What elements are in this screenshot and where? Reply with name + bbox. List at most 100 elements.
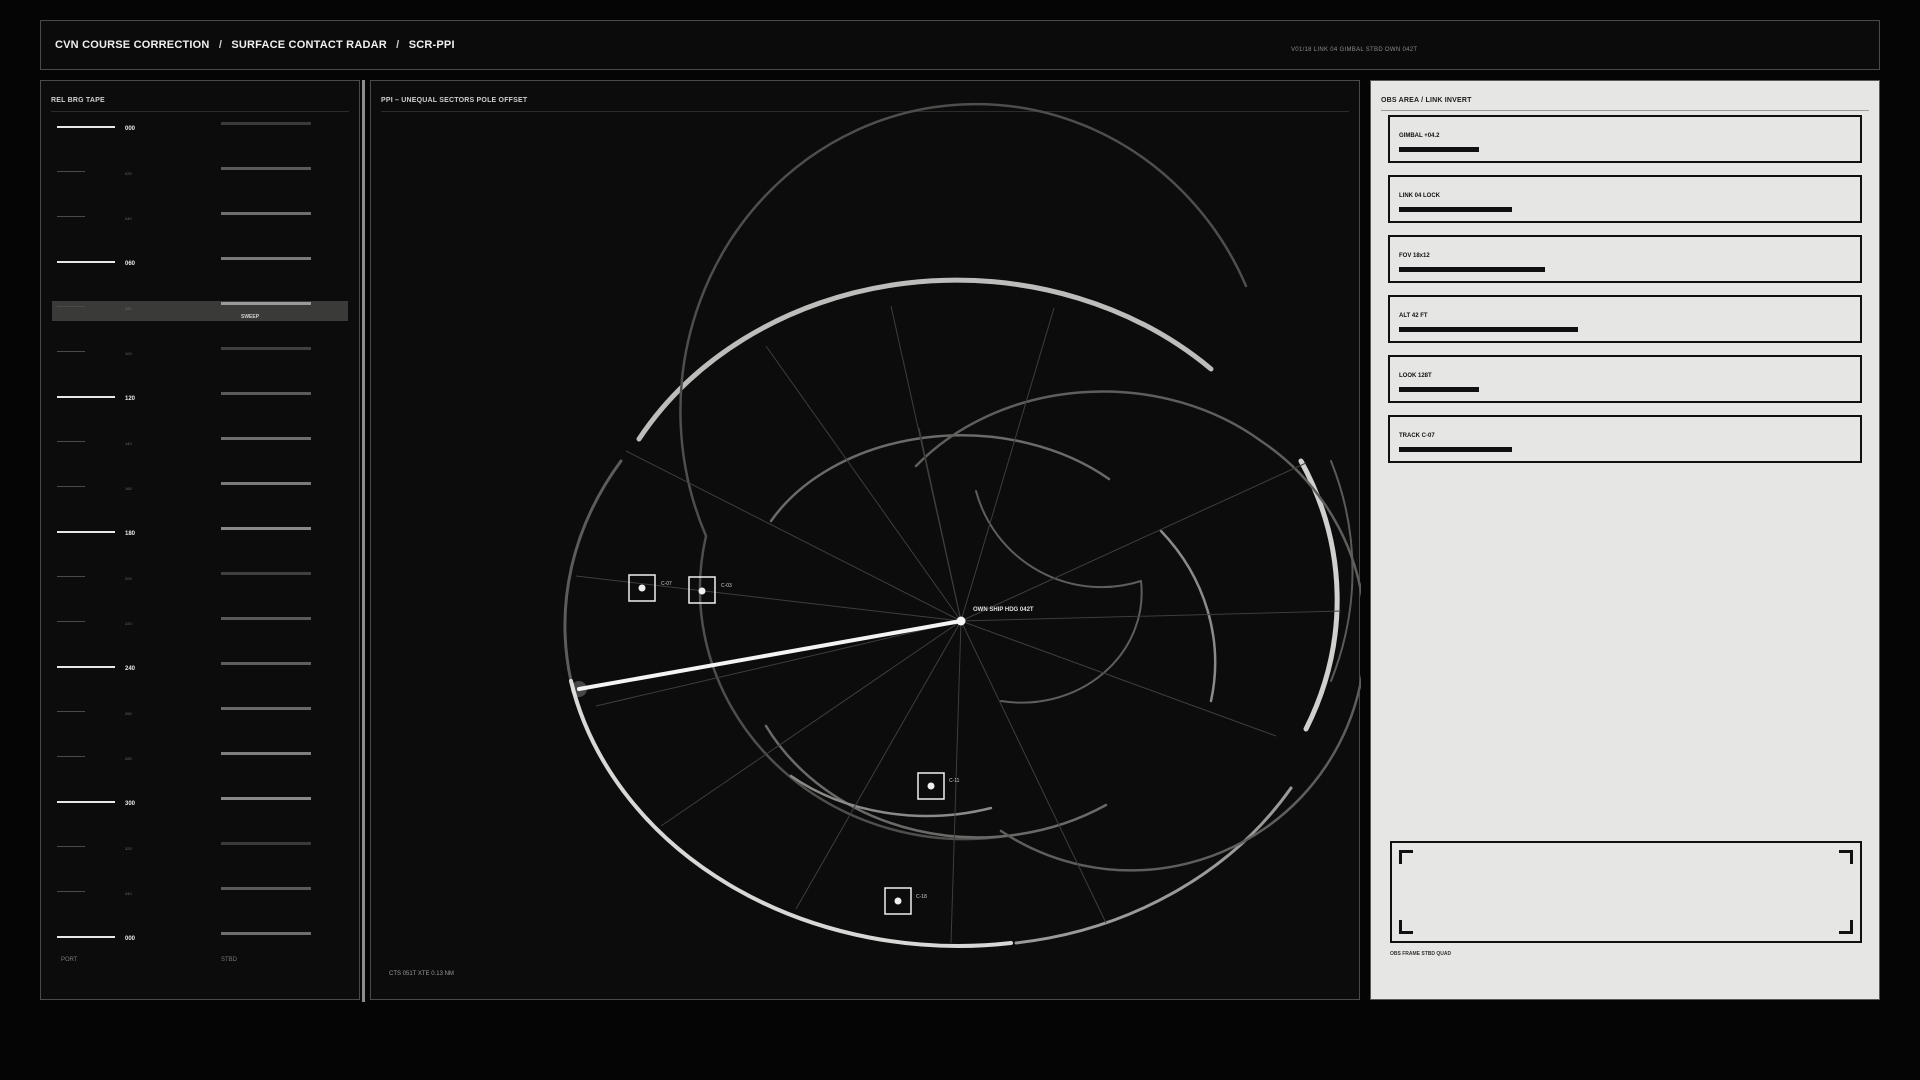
tape-intensity-bar bbox=[221, 707, 311, 710]
tape-tick bbox=[57, 351, 85, 352]
tape-tick bbox=[57, 711, 85, 712]
ring-3-arc-upper bbox=[769, 434, 1111, 523]
tape-tick bbox=[57, 756, 85, 757]
tape-row: 280 bbox=[41, 752, 359, 776]
tape-tick bbox=[57, 126, 115, 128]
frame-corner-icon bbox=[1399, 920, 1413, 934]
contact-label: C-03 bbox=[721, 583, 732, 589]
obs-item-level-bar bbox=[1399, 147, 1479, 152]
tape-label: 040 bbox=[125, 216, 132, 221]
contact-label: C-11 bbox=[949, 778, 960, 784]
obs-item[interactable]: TRACK C-07 bbox=[1388, 415, 1862, 463]
tape-intensity-bar bbox=[221, 212, 311, 215]
tape-tick bbox=[57, 576, 85, 577]
obs-item-label: TRACK C-07 bbox=[1399, 433, 1435, 439]
status-readout: V01/18 LINK 04 GIMBAL STBD OWN 042T bbox=[1291, 47, 1418, 53]
ring-2-arc-lower bbox=[698, 534, 1008, 841]
contact-c-07[interactable]: C-07 bbox=[628, 574, 672, 602]
outer-ring-arc-bottom bbox=[569, 679, 1013, 948]
tape-label: 180 bbox=[125, 531, 136, 537]
tape-label: 060 bbox=[125, 261, 136, 267]
tape-label: 140 bbox=[125, 441, 132, 446]
tape-row: 060 bbox=[41, 257, 359, 281]
tape-intensity-bar bbox=[221, 392, 311, 395]
tape-intensity-bar bbox=[221, 617, 311, 620]
title-part-3: SCR-PPI bbox=[408, 39, 455, 51]
tape-tick bbox=[57, 216, 85, 217]
bearing-tape-label: REL BRG TAPE bbox=[51, 97, 105, 104]
tape-intensity-bar bbox=[221, 887, 311, 890]
inner-ring-arc-bottom bbox=[789, 774, 993, 818]
tape-intensity-bar bbox=[221, 302, 311, 305]
obs-item[interactable]: LOOK 128T bbox=[1388, 355, 1862, 403]
tape-label: 000 bbox=[125, 936, 136, 942]
obs-frame[interactable] bbox=[1390, 841, 1862, 943]
tape-tick bbox=[57, 936, 115, 938]
tape-intensity-bar bbox=[221, 122, 311, 125]
tape-intensity-bar bbox=[221, 932, 311, 935]
obs-item[interactable]: LINK 04 LOCK bbox=[1388, 175, 1862, 223]
tape-label: 340 bbox=[125, 891, 132, 896]
contact-c-18[interactable]: C-18 bbox=[884, 887, 927, 915]
tape-intensity-bar bbox=[221, 347, 311, 350]
tape-tick bbox=[57, 261, 115, 263]
contact-label: C-18 bbox=[916, 894, 927, 900]
outer-ring-arc-top bbox=[636, 277, 1214, 442]
cts-readout: CTS 051T XTE 0.13 NM bbox=[389, 971, 454, 977]
contact-c-11[interactable]: C-11 bbox=[917, 772, 960, 800]
tape-intensity-bar bbox=[221, 167, 311, 170]
tape-row: 100 bbox=[41, 347, 359, 371]
tape-tick bbox=[57, 441, 85, 442]
obs-item-label: ALT 42 FT bbox=[1399, 313, 1428, 319]
own-ship-label: OWN SHIP HDG 042T bbox=[973, 607, 1034, 613]
stbd-label: STBD bbox=[221, 957, 238, 963]
tape-intensity-bar bbox=[221, 257, 311, 260]
ring-2-arc bbox=[679, 102, 1248, 538]
tape-tick bbox=[57, 531, 115, 533]
tape-row: 120 bbox=[41, 392, 359, 416]
frame-corner-icon bbox=[1839, 920, 1853, 934]
tape-intensity-bar bbox=[221, 527, 311, 530]
obs-item-level-bar bbox=[1399, 447, 1512, 452]
sweep-tip-glow bbox=[571, 681, 587, 697]
frame-corner-icon bbox=[1399, 850, 1413, 864]
outer-ring-arc-bottom-right bbox=[1014, 786, 1293, 945]
panel-divider bbox=[1381, 110, 1869, 111]
tape-label: 160 bbox=[125, 486, 132, 491]
obs-item[interactable]: ALT 42 FT bbox=[1388, 295, 1862, 343]
tape-label: 000 bbox=[125, 126, 136, 132]
obs-item-label: LINK 04 LOCK bbox=[1399, 193, 1441, 199]
tape-row: 240 bbox=[41, 662, 359, 686]
tape-label: 240 bbox=[125, 666, 136, 672]
tape-tick bbox=[57, 306, 85, 307]
frame-corner-icon bbox=[1839, 850, 1853, 864]
tape-tick bbox=[57, 171, 85, 172]
obs-item[interactable]: FOV 18x12 bbox=[1388, 235, 1862, 283]
page-title: CVN COURSE CORRECTION / SURFACE CONTACT … bbox=[55, 39, 455, 51]
contact-label: C-07 bbox=[661, 581, 672, 587]
own-ship-marker bbox=[956, 616, 966, 626]
obs-area-label: OBS AREA / LINK INVERT bbox=[1381, 97, 1472, 104]
tape-row: 300 bbox=[41, 797, 359, 821]
title-part-2: SURFACE CONTACT RADAR bbox=[231, 39, 387, 51]
tape-row: 320 bbox=[41, 842, 359, 866]
bearing-tape-panel: REL BRG TAPE SWEEP 000 020 040 060 080 100 120… bbox=[40, 80, 360, 1000]
tape-tick bbox=[57, 621, 85, 622]
obs-item-label: FOV 18x12 bbox=[1399, 253, 1430, 259]
obs-item-level-bar bbox=[1399, 327, 1578, 332]
tape-row: 340 bbox=[41, 887, 359, 911]
outer-ring-arc-left bbox=[563, 459, 623, 683]
obs-item-label: GIMBAL +04.2 bbox=[1399, 133, 1440, 139]
tape-tick bbox=[57, 891, 85, 892]
tape-intensity-bar bbox=[221, 842, 311, 845]
title-part-1: CVN COURSE CORRECTION bbox=[55, 39, 210, 51]
panel-splitter[interactable] bbox=[362, 80, 365, 1002]
tape-label: 120 bbox=[125, 396, 136, 402]
obs-item[interactable]: GIMBAL +04.2 bbox=[1388, 115, 1862, 163]
tape-row: 140 bbox=[41, 437, 359, 461]
tape-row: 080 bbox=[41, 302, 359, 326]
tape-label: 260 bbox=[125, 711, 132, 716]
ppi-radar-display[interactable]: C-07 C-03 C-11 C-18 OWN SHIP HDG 042T bbox=[371, 81, 1361, 1001]
tape-row: 000 bbox=[41, 932, 359, 956]
tape-tick bbox=[57, 486, 85, 487]
